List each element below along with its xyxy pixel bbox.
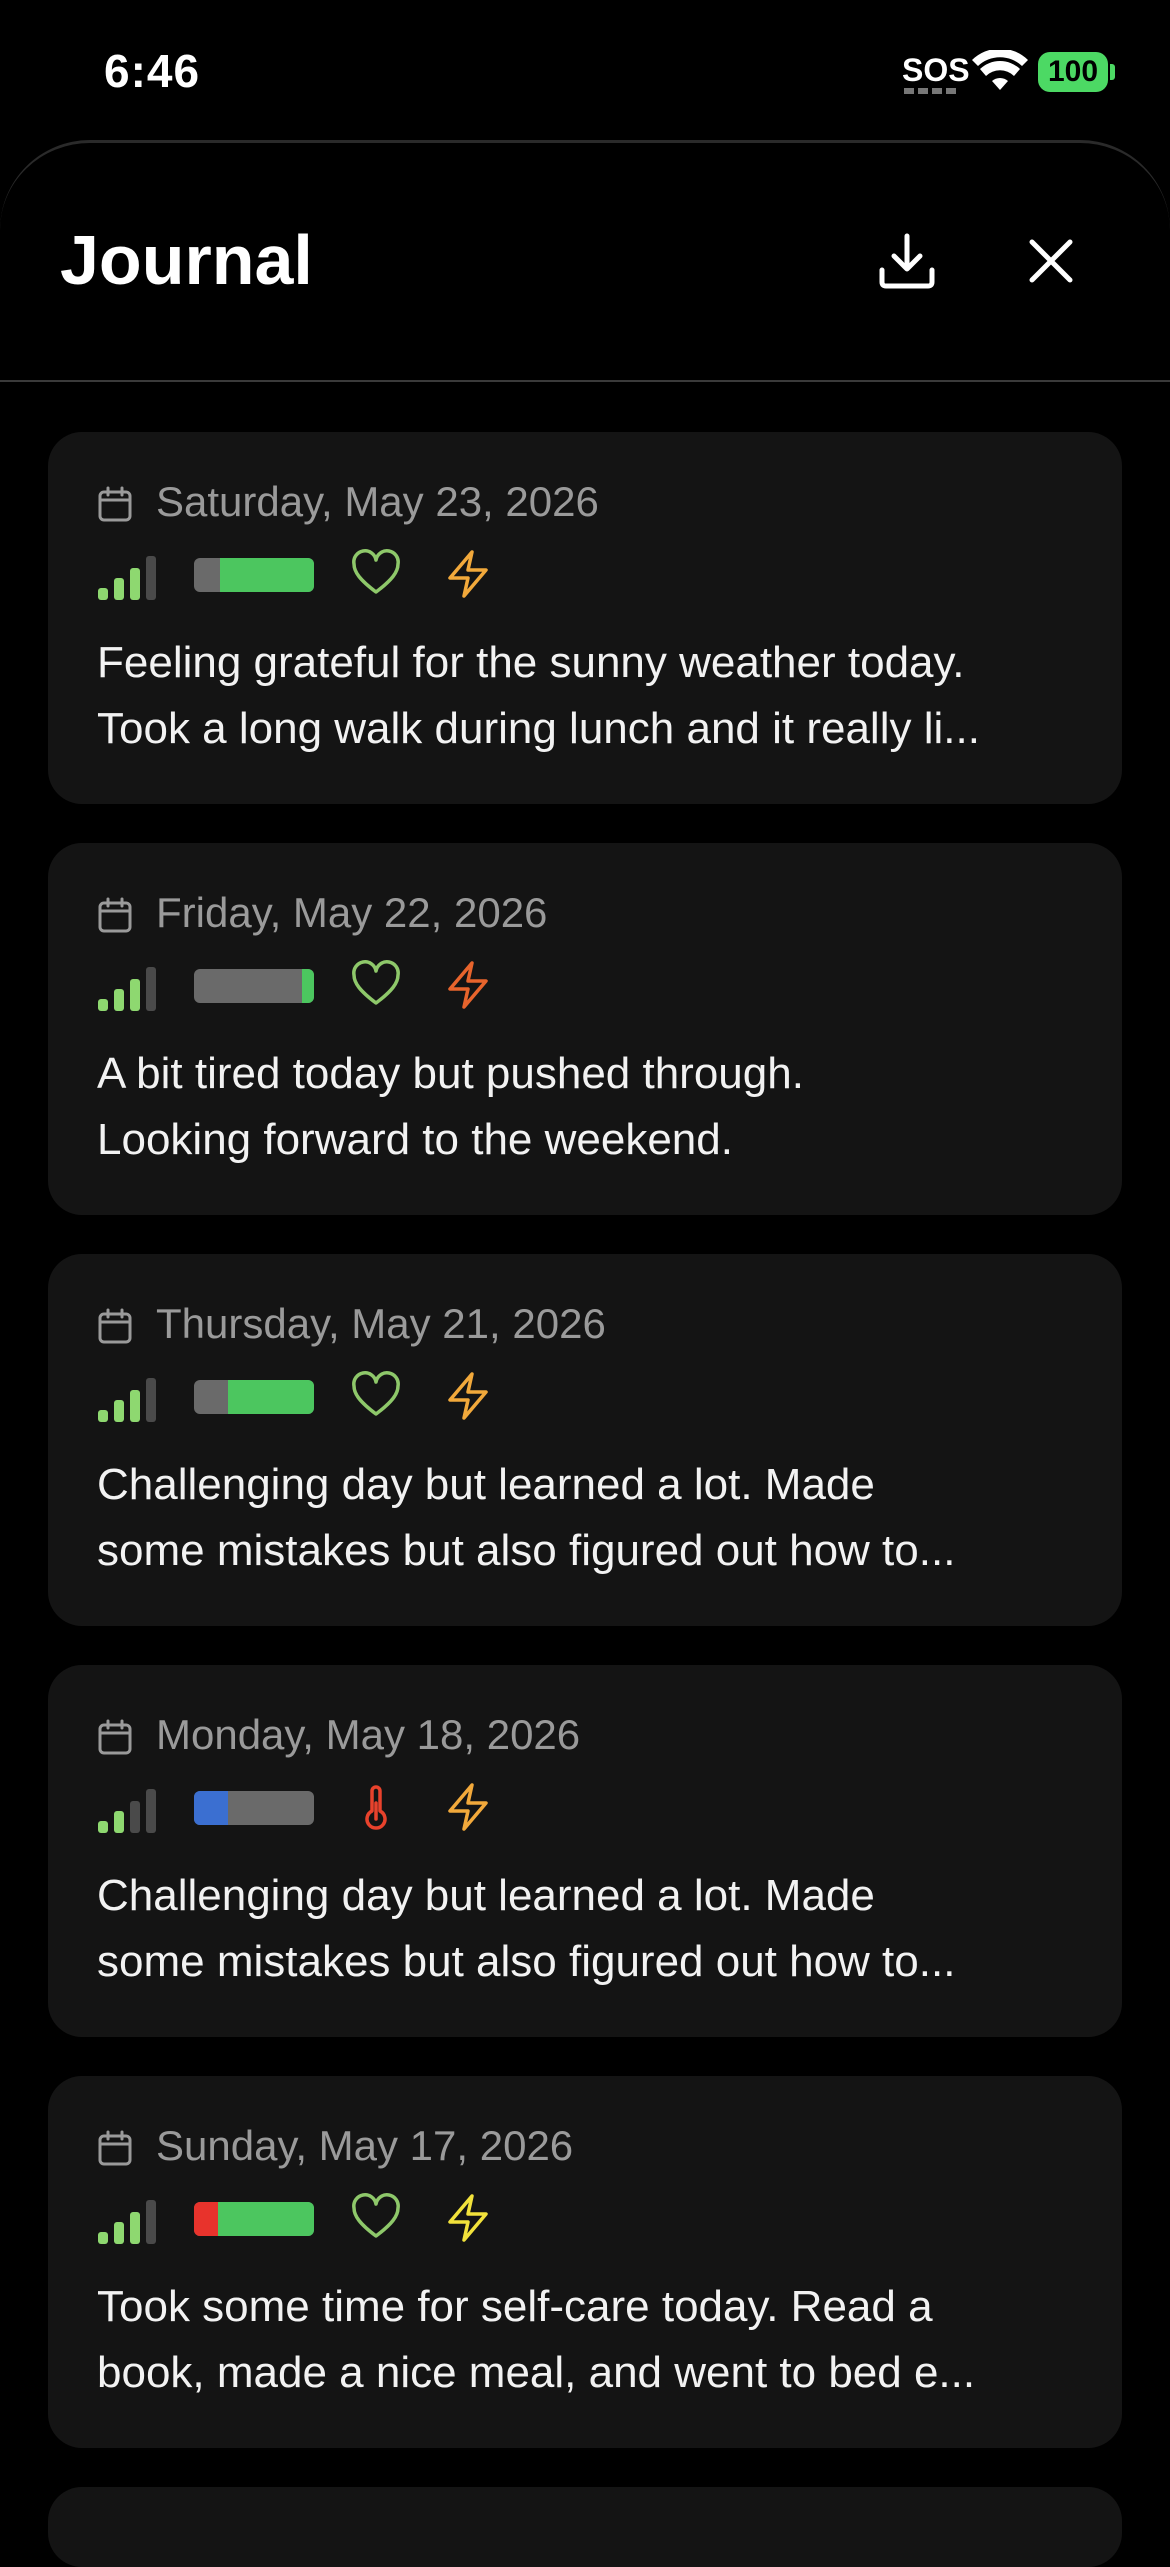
battery-icon: 100 bbox=[1038, 52, 1108, 92]
entry-date: Sunday, May 17, 2026 bbox=[156, 2122, 574, 2169]
bolt-icon bbox=[448, 1372, 488, 1420]
signal-bar bbox=[98, 999, 108, 1011]
signal-bar bbox=[130, 1801, 140, 1833]
signal-bar bbox=[114, 1811, 124, 1833]
entry-date: Monday, May 18, 2026 bbox=[156, 1711, 581, 1758]
entry-text-line: Challenging day but learned a lot. Made bbox=[97, 1871, 875, 1920]
heart-icon bbox=[352, 960, 400, 1005]
calendar-icon bbox=[98, 897, 132, 933]
calendar-icon bbox=[98, 1719, 132, 1755]
calendar-icon bbox=[98, 2130, 132, 2166]
signal-bar bbox=[114, 2222, 124, 2244]
header-divider bbox=[0, 380, 1170, 382]
signal-bar bbox=[146, 1378, 156, 1422]
entry-text-line: Challenging day but learned a lot. Made bbox=[97, 1460, 875, 1509]
entry-text: Feeling grateful for the sunny weather t… bbox=[97, 630, 1077, 762]
entry-text-line: some mistakes but also figured out how t… bbox=[97, 1937, 956, 1986]
signal-strength-icon bbox=[98, 2200, 156, 2244]
signal-bar bbox=[98, 1821, 108, 1833]
entry-text-line: Took a long walk during lunch and it rea… bbox=[97, 704, 980, 753]
heart-icon bbox=[352, 2193, 400, 2238]
journal-entry-card[interactable]: Sunday, May 17, 2026 Took some time for … bbox=[48, 2076, 1122, 2448]
cell-signal-icon bbox=[904, 88, 958, 94]
signal-bar bbox=[98, 2232, 108, 2244]
entry-date: Saturday, May 23, 2026 bbox=[156, 478, 599, 525]
journal-entry-card[interactable] bbox=[48, 2487, 1122, 2567]
signal-strength-icon bbox=[98, 1789, 156, 1833]
signal-bar bbox=[146, 967, 156, 1011]
entry-text-line: Took some time for self-care today. Read… bbox=[97, 2282, 933, 2331]
journal-entry-list: Saturday, May 23, 2026 Feeling grateful … bbox=[48, 432, 1122, 2567]
signal-bar bbox=[98, 588, 108, 600]
entry-text-line: Looking forward to the weekend. bbox=[97, 1115, 733, 1164]
thermometer-icon bbox=[365, 1785, 387, 1830]
bar-fill bbox=[227, 1380, 314, 1414]
signal-strength-icon bbox=[98, 556, 156, 600]
mood-range-bar bbox=[194, 1791, 314, 1825]
mood-range-bar bbox=[194, 1380, 314, 1414]
journal-entry-card[interactable]: Saturday, May 23, 2026 Feeling grateful … bbox=[48, 432, 1122, 804]
signal-bar bbox=[114, 1400, 124, 1422]
signal-bar bbox=[146, 1789, 156, 1833]
signal-strength-icon bbox=[98, 967, 156, 1011]
bar-fill bbox=[302, 969, 314, 1003]
bolt-icon bbox=[448, 2194, 488, 2242]
entry-text-line: Feeling grateful for the sunny weather t… bbox=[97, 638, 965, 687]
calendar-icon bbox=[98, 486, 132, 522]
signal-bar bbox=[114, 989, 124, 1011]
signal-bar bbox=[130, 979, 140, 1011]
close-icon[interactable] bbox=[1016, 226, 1086, 296]
bolt-icon bbox=[448, 1783, 488, 1831]
entry-text-line: some mistakes but also figured out how t… bbox=[97, 1526, 956, 1575]
download-icon[interactable] bbox=[872, 226, 942, 296]
entry-text: Challenging day but learned a lot. Made s… bbox=[97, 1452, 1077, 1584]
journal-entry-card[interactable]: Friday, May 22, 2026 A bit tired today b… bbox=[48, 843, 1122, 1215]
heart-icon bbox=[352, 549, 400, 594]
entry-date: Thursday, May 21, 2026 bbox=[156, 1300, 606, 1347]
mood-range-bar bbox=[194, 558, 314, 592]
signal-strength-icon bbox=[98, 1378, 156, 1422]
bar-fill bbox=[218, 2202, 314, 2236]
entry-text-line: book, made a nice meal, and went to bed … bbox=[97, 2348, 976, 2397]
mood-range-bar bbox=[194, 969, 314, 1003]
mood-range-bar bbox=[194, 2202, 314, 2236]
signal-bar bbox=[130, 2212, 140, 2244]
wifi-icon bbox=[972, 50, 1028, 90]
entry-text: Took some time for self-care today. Read… bbox=[97, 2274, 1077, 2406]
bar-fill bbox=[194, 1791, 228, 1825]
signal-bar bbox=[130, 1390, 140, 1422]
bar-fill bbox=[220, 558, 314, 592]
sos-indicator: SOS bbox=[902, 52, 970, 88]
heart-icon bbox=[352, 1371, 400, 1416]
battery-cap bbox=[1110, 64, 1115, 80]
entry-text-line: A bit tired today but pushed through. bbox=[97, 1049, 804, 1098]
journal-entry-card[interactable]: Monday, May 18, 2026 Challenging day but… bbox=[48, 1665, 1122, 2037]
calendar-icon bbox=[98, 1308, 132, 1344]
bolt-icon bbox=[448, 550, 488, 598]
signal-bar bbox=[98, 1410, 108, 1422]
bolt-icon bbox=[448, 961, 488, 1009]
signal-bar bbox=[146, 2200, 156, 2244]
page-title: Journal bbox=[60, 221, 313, 299]
bar-left-segment bbox=[194, 2202, 218, 2236]
signal-bar bbox=[114, 578, 124, 600]
status-bar: 6:46 SOS 100 bbox=[0, 0, 1170, 140]
entry-text: A bit tired today but pushed through. Loo… bbox=[97, 1041, 1077, 1173]
status-time: 6:46 bbox=[104, 45, 201, 97]
signal-bar bbox=[146, 556, 156, 600]
signal-bar bbox=[130, 568, 140, 600]
journal-entry-card[interactable]: Thursday, May 21, 2026 Challenging day b… bbox=[48, 1254, 1122, 1626]
entry-text: Challenging day but learned a lot. Made s… bbox=[97, 1863, 1077, 1995]
entry-date: Friday, May 22, 2026 bbox=[156, 889, 548, 936]
